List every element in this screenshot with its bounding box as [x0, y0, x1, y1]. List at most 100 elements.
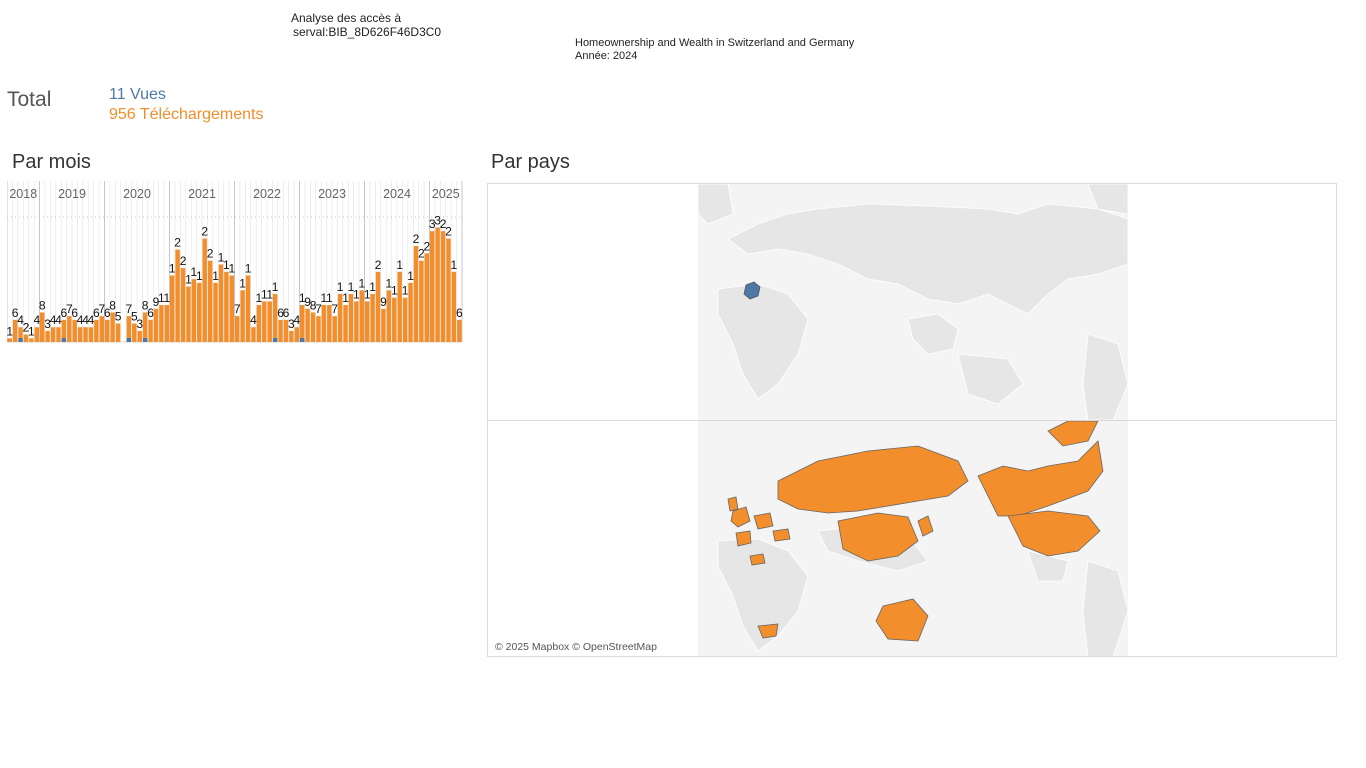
bar-views: [272, 338, 278, 342]
downloads-map[interactable]: © 2025 Mapbox © OpenStreetMap: [488, 421, 1336, 656]
bar-views: [142, 338, 148, 342]
bar-downloads: [153, 308, 159, 342]
bar-downloads: [424, 253, 430, 342]
bar-label: 2: [180, 254, 187, 268]
bar-downloads: [234, 316, 240, 342]
bar-label: 2: [413, 232, 420, 246]
bar-downloads: [289, 330, 294, 342]
bar-downloads: [164, 305, 170, 342]
total-views[interactable]: 11 Vues: [109, 86, 166, 104]
bar-label: 2: [201, 225, 208, 239]
bar-downloads: [278, 319, 283, 342]
downloads-map-svg: [698, 421, 1129, 656]
year-label: 2020: [123, 187, 151, 201]
bar-views: [61, 338, 67, 342]
country-united-kingdom: [727, 496, 739, 512]
year-label: 2021: [188, 187, 216, 201]
bar-label: 1: [451, 258, 458, 272]
year-label: Année: 2024: [575, 50, 638, 62]
bar-downloads: [218, 264, 224, 342]
country-switzerland-views: [743, 281, 761, 300]
bar-downloads: [392, 297, 397, 342]
bar-downloads: [77, 327, 83, 342]
bar-label: 1: [7, 324, 13, 338]
bar-views: [18, 338, 23, 342]
year-label: 2022: [253, 187, 281, 201]
bar-downloads: [169, 275, 175, 342]
bar-downloads: [197, 282, 202, 342]
bar-downloads: [50, 327, 56, 342]
total-downloads[interactable]: 956 Téléchargements: [109, 106, 263, 124]
bar-downloads: [370, 293, 375, 342]
bar-downloads: [45, 330, 50, 342]
bar-label: 4: [293, 313, 300, 327]
bar-downloads: [408, 282, 413, 342]
bar-label: 4: [33, 313, 40, 327]
views-map-svg: [697, 184, 1129, 420]
bar-downloads: [99, 316, 105, 342]
bar-downloads: [67, 316, 72, 342]
bar-downloads: [435, 227, 440, 342]
bar-downloads: [386, 290, 392, 342]
bar-label: 7: [331, 302, 338, 316]
bar-label: 4: [250, 313, 257, 327]
bar-label: 1: [163, 291, 170, 305]
bar-downloads: [159, 305, 164, 342]
bar-label: 1: [245, 262, 252, 276]
bar-downloads: [310, 312, 316, 342]
bar-downloads: [7, 338, 12, 342]
monthly-bar-chart[interactable]: 2018 2019 2020 2021 2022 2023 2024 2025 1642148…: [7, 181, 464, 345]
page-title-line1: Analyse des accès à: [291, 11, 402, 25]
bar-downloads: [321, 305, 327, 342]
document-title: Homeownership and Wealth in Switzerland …: [575, 37, 855, 49]
bar-downloads: [115, 323, 121, 342]
country-map[interactable]: © 2025 Mapbox © OpenStreetMap: [487, 183, 1337, 657]
bar-downloads: [191, 279, 197, 342]
bar-label: 9: [380, 295, 387, 309]
country-mali: [749, 553, 766, 566]
page-title: Analyse des accès à serval:BIB_8D626F46D…: [291, 11, 441, 39]
bar-downloads: [397, 271, 402, 342]
bar-label: 1: [272, 280, 279, 294]
bar-label: 2: [445, 225, 452, 239]
bar-label: 2: [207, 247, 214, 261]
page-title-line2: serval:BIB_8D626F46D3C0: [293, 25, 442, 39]
bar-downloads: [240, 290, 245, 342]
year-label: 2018: [9, 187, 37, 201]
bar-downloads: [299, 305, 305, 342]
total-label: Total: [7, 88, 52, 111]
bar-downloads: [29, 338, 34, 342]
country-spain: [735, 530, 752, 547]
bar-downloads: [267, 301, 272, 342]
bar-views: [299, 338, 305, 342]
document-info: Homeownership and Wealth in Switzerland …: [575, 37, 854, 63]
bar-label: 1: [369, 280, 376, 294]
bar-downloads: [381, 308, 386, 342]
section-title-by-country: Par pays: [491, 151, 570, 173]
bar-downloads: [262, 301, 267, 342]
bar-downloads: [354, 301, 359, 342]
bar-downloads: [56, 327, 61, 342]
bar-views: [126, 338, 132, 342]
map-attribution[interactable]: © 2025 Mapbox © OpenStreetMap: [495, 641, 657, 653]
bar-downloads: [256, 305, 262, 342]
year-label: 2023: [318, 187, 346, 201]
bar-downloads: [316, 316, 321, 342]
bar-label: 8: [39, 298, 46, 312]
bar-label: 1: [212, 269, 219, 283]
bar-downloads: [343, 305, 348, 342]
bar-label: 5: [115, 310, 122, 324]
year-label: 2019: [58, 187, 86, 201]
bar-downloads: [294, 327, 300, 342]
bar-label: 1: [196, 269, 203, 283]
bar-label: 1: [239, 276, 246, 290]
bar-downloads: [446, 238, 451, 342]
bar-label: 3: [136, 317, 143, 331]
bar-label: 2: [375, 258, 382, 272]
bar-downloads: [440, 231, 446, 342]
bar-downloads: [213, 282, 218, 342]
bar-downloads: [364, 301, 370, 342]
year-label: 2024: [383, 187, 411, 201]
bar-label: 1: [169, 262, 176, 276]
views-map[interactable]: [488, 184, 1336, 420]
